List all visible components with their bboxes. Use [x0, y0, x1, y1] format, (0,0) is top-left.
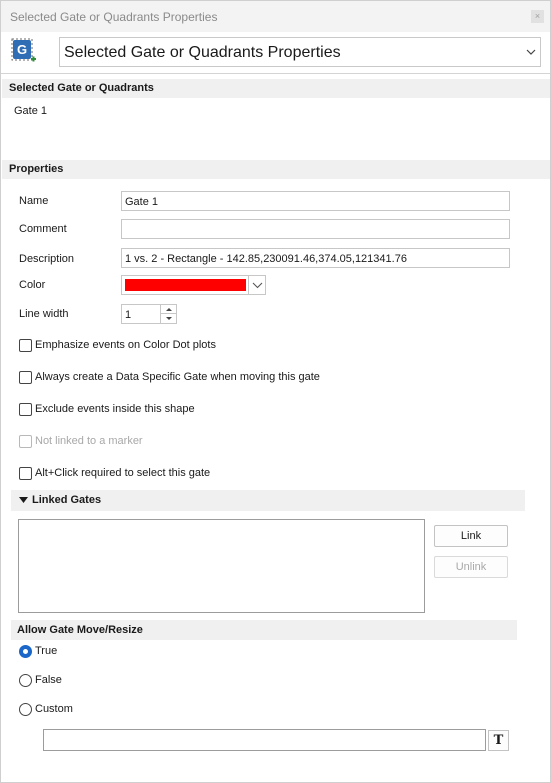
gate-properties-icon: G [11, 38, 36, 62]
unlink-button: Unlink [434, 556, 508, 578]
properties-section-header: Properties [2, 160, 550, 179]
line-width-value: 1 [125, 309, 132, 321]
checkbox-box [19, 435, 32, 448]
allow-move-resize-title: Allow Gate Move/Resize [17, 624, 143, 636]
properties-section-title: Properties [9, 163, 64, 175]
checkbox-box[interactable] [19, 339, 32, 352]
text-format-button[interactable]: T [488, 730, 509, 751]
properties-window: Selected Gate or Quadrants Properties × … [0, 0, 551, 783]
panel-selector-value: Selected Gate or Quadrants Properties [64, 44, 341, 61]
chevron-up-icon [166, 308, 172, 311]
linked-gates-header[interactable]: Linked Gates [11, 490, 525, 511]
radio-label: Custom [35, 703, 73, 715]
selected-gate-item[interactable]: Gate 1 [14, 105, 47, 117]
checkbox-box[interactable] [19, 371, 32, 384]
panel-selector-dropdown[interactable]: Selected Gate or Quadrants Properties [59, 37, 541, 67]
close-icon[interactable]: × [531, 10, 544, 23]
checkbox-label: Alt+Click required to select this gate [35, 467, 211, 479]
chevron-down-icon [252, 282, 263, 289]
selected-gate-section-title: Selected Gate or Quadrants [9, 82, 154, 94]
linked-gates-title: Linked Gates [32, 494, 102, 506]
header-divider [1, 73, 550, 74]
name-field[interactable]: Gate 1 [121, 191, 510, 211]
radio-circle[interactable] [19, 703, 32, 716]
comment-label: Comment [19, 223, 67, 235]
link-button[interactable]: Link [434, 525, 508, 547]
radio-label: True [35, 645, 58, 657]
color-dropdown-button[interactable] [248, 276, 265, 294]
title-bar: Selected Gate or Quadrants Properties × [1, 1, 550, 32]
collapse-triangle-icon[interactable] [19, 497, 28, 503]
checkbox-label: Always create a Data Specific Gate when … [35, 371, 320, 383]
radio-circle[interactable] [19, 674, 32, 687]
line-width-label: Line width [19, 308, 69, 320]
description-label: Description [19, 253, 75, 265]
app-icon-letter: G [17, 42, 27, 57]
checkbox-label: Not linked to a marker [35, 435, 143, 447]
radio-circle[interactable] [19, 645, 32, 658]
color-swatch [125, 279, 246, 291]
custom-expression-input[interactable] [43, 729, 486, 751]
selected-gate-section-header: Selected Gate or Quadrants [2, 79, 550, 98]
linked-gates-list[interactable] [18, 519, 425, 613]
window-title: Selected Gate or Quadrants Properties [10, 10, 218, 24]
name-label: Name [19, 195, 49, 207]
comment-field[interactable] [121, 219, 510, 239]
chevron-down-icon [166, 317, 172, 320]
allow-move-resize-header: Allow Gate Move/Resize [11, 620, 517, 640]
color-label: Color [19, 279, 46, 291]
line-width-stepper[interactable]: 1 [121, 304, 177, 324]
checkbox-box[interactable] [19, 403, 32, 416]
chevron-down-icon [526, 49, 536, 55]
stepper-up-button[interactable] [160, 305, 176, 314]
name-field-value: Gate 1 [125, 196, 159, 208]
checkbox-label: Emphasize events on Color Dot plots [35, 339, 216, 351]
checkbox-label: Exclude events inside this shape [35, 403, 195, 415]
color-picker[interactable] [121, 275, 266, 295]
description-field-value: 1 vs. 2 - Rectangle - 142.85,230091.46,3… [125, 253, 407, 265]
description-field[interactable]: 1 vs. 2 - Rectangle - 142.85,230091.46,3… [121, 248, 510, 268]
checkbox-box[interactable] [19, 467, 32, 480]
stepper-down-button[interactable] [160, 314, 176, 323]
radio-label: False [35, 674, 62, 686]
